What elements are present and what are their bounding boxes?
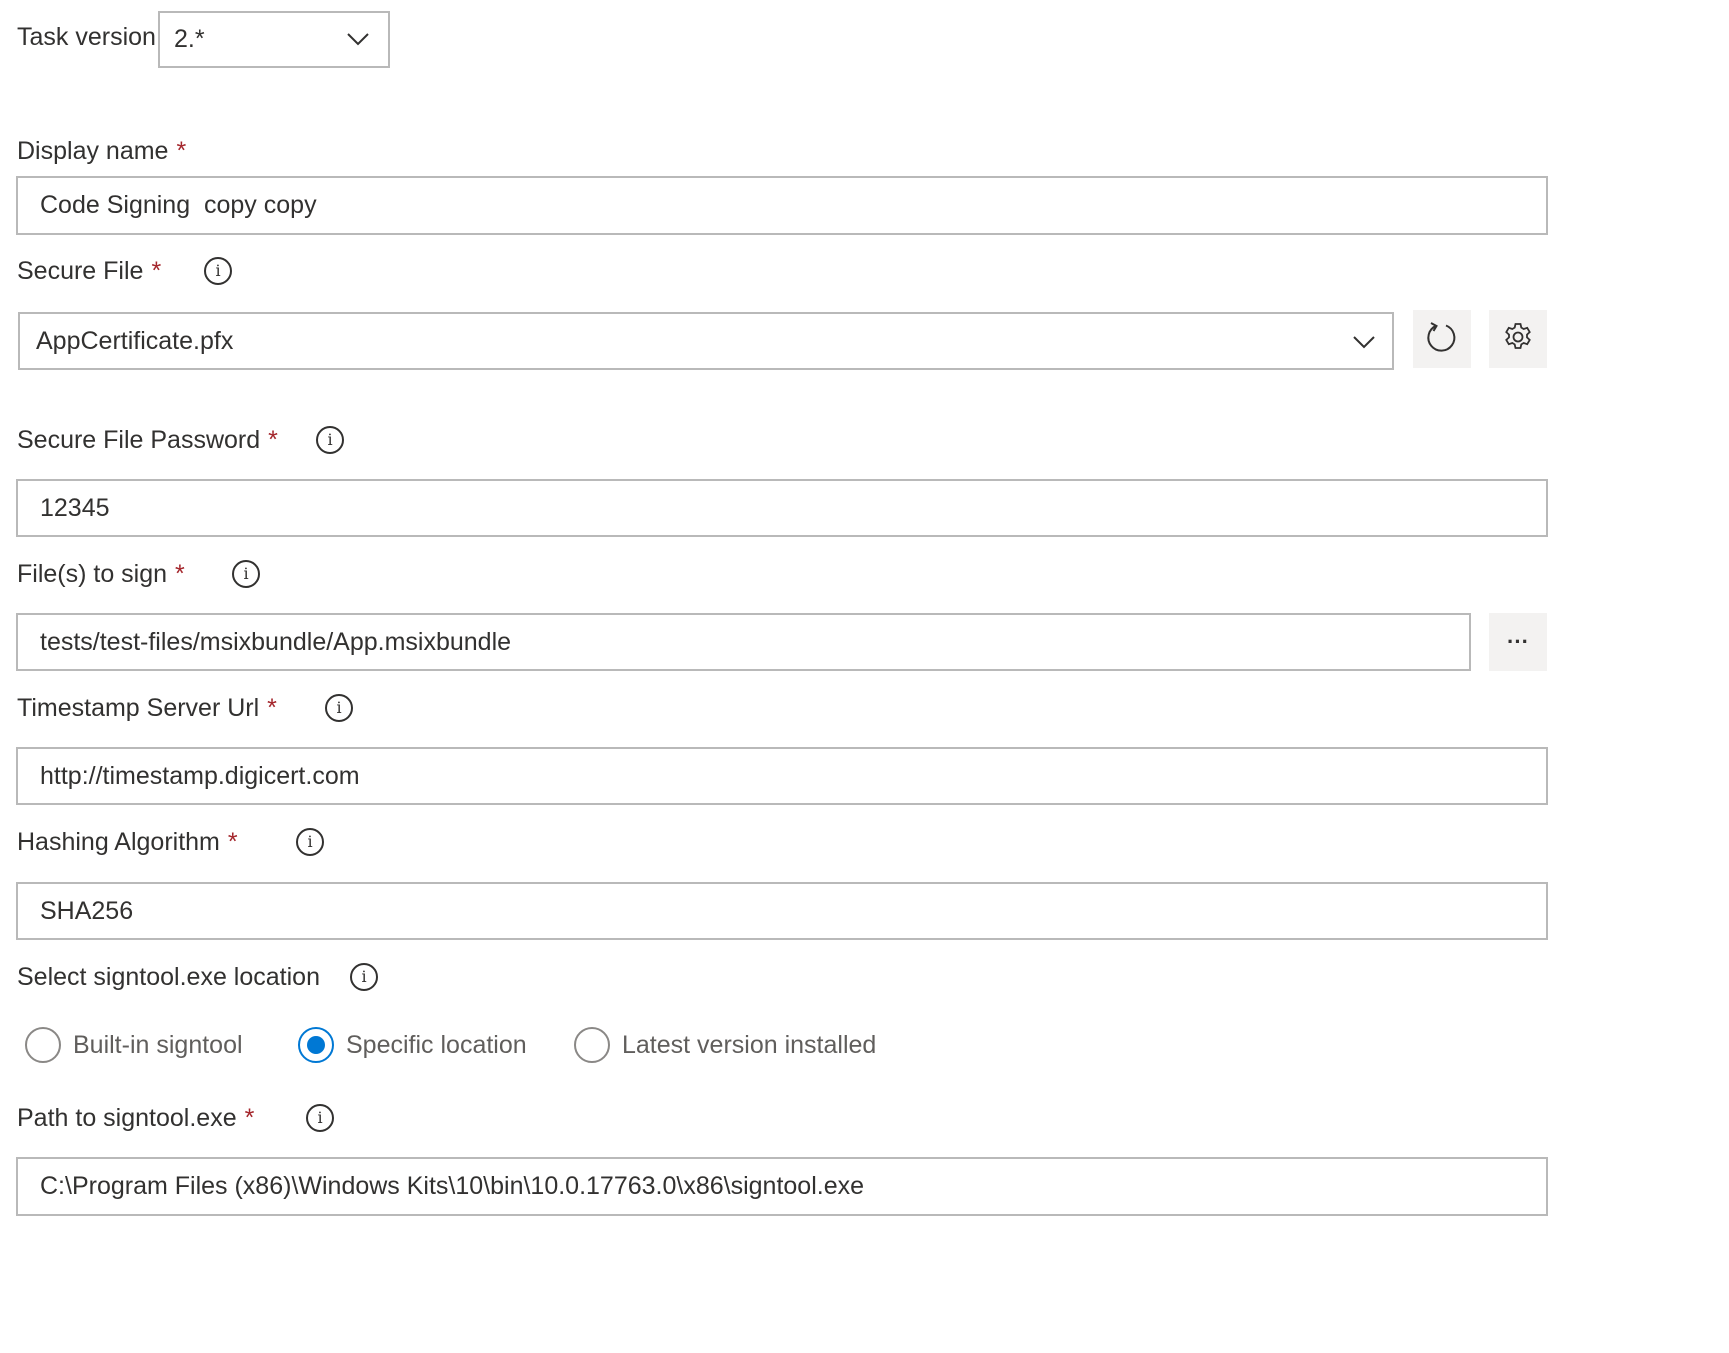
- browse-button[interactable]: ···: [1489, 613, 1547, 671]
- required-marker: *: [244, 1104, 255, 1132]
- files-to-sign-label-text: File(s) to sign: [17, 560, 168, 588]
- radio-button[interactable]: [574, 1027, 610, 1063]
- info-icon[interactable]: i: [232, 560, 260, 588]
- info-glyph: i: [361, 967, 367, 986]
- info-glyph: i: [317, 1108, 323, 1127]
- info-glyph: i: [215, 261, 221, 280]
- required-marker: *: [151, 257, 162, 285]
- info-glyph: i: [307, 832, 313, 851]
- manage-button[interactable]: [1489, 310, 1547, 368]
- secure-file-password-input[interactable]: 12345: [16, 479, 1548, 537]
- chevron-down-icon: [1352, 330, 1376, 361]
- signtool-path-value: C:\Program Files (x86)\Windows Kits\10\b…: [40, 1172, 865, 1200]
- hashing-algorithm-value: SHA256: [40, 896, 134, 925]
- radio-label: Latest version installed: [622, 1030, 877, 1059]
- info-icon[interactable]: i: [296, 828, 324, 856]
- timestamp-server-label-text: Timestamp Server Url: [17, 694, 260, 722]
- refresh-icon: [1425, 320, 1459, 359]
- task-version-value: 2.*: [174, 25, 205, 53]
- hashing-algorithm-label-text: Hashing Algorithm: [17, 828, 220, 856]
- timestamp-server-value: http://timestamp.digicert.com: [40, 761, 360, 790]
- info-glyph: i: [327, 430, 333, 449]
- secure-file-value: AppCertificate.pfx: [36, 326, 234, 355]
- radio-button-checked[interactable]: [298, 1027, 334, 1063]
- info-glyph: i: [336, 698, 342, 717]
- required-marker: *: [227, 828, 238, 856]
- info-icon[interactable]: i: [325, 694, 353, 722]
- chevron-down-icon: [346, 27, 370, 58]
- signtool-path-input[interactable]: C:\Program Files (x86)\Windows Kits\10\b…: [16, 1157, 1548, 1216]
- info-icon[interactable]: i: [204, 257, 232, 285]
- info-icon[interactable]: i: [306, 1104, 334, 1132]
- timestamp-server-input[interactable]: http://timestamp.digicert.com: [16, 747, 1548, 805]
- secure-file-label-text: Secure File: [17, 257, 144, 285]
- required-marker: *: [175, 560, 185, 588]
- files-to-sign-value: tests/test-files/msixbundle/App.msixbund…: [40, 627, 512, 656]
- required-marker: *: [268, 426, 278, 454]
- required-marker: *: [267, 694, 277, 722]
- signtool-path-label-text: Path to signtool.exe: [17, 1104, 237, 1132]
- secure-file-password-label: Secure File Password *: [17, 425, 278, 455]
- hashing-algorithm-input[interactable]: SHA256: [16, 882, 1548, 940]
- task-version-select[interactable]: 2.*: [158, 11, 390, 68]
- secure-file-password-label-text: Secure File Password: [17, 426, 261, 454]
- radio-built-in-signtool[interactable]: Built-in signtool: [25, 1027, 243, 1063]
- files-to-sign-input[interactable]: tests/test-files/msixbundle/App.msixbund…: [16, 613, 1471, 671]
- radio-label: Built-in signtool: [73, 1030, 243, 1059]
- signtool-path-label: Path to signtool.exe *: [17, 1103, 254, 1133]
- display-name-label-text: Display name: [17, 137, 169, 165]
- radio-button[interactable]: [25, 1027, 61, 1063]
- info-icon[interactable]: i: [316, 426, 344, 454]
- more-icon: ···: [1507, 629, 1529, 654]
- radio-dot: [307, 1036, 325, 1054]
- signtool-location-label: Select signtool.exe location: [17, 963, 320, 991]
- info-glyph: i: [243, 564, 249, 583]
- task-version-label: Task version: [17, 23, 156, 51]
- hashing-algorithm-label: Hashing Algorithm *: [17, 827, 238, 857]
- radio-latest-version-installed[interactable]: Latest version installed: [574, 1027, 876, 1063]
- radio-specific-location[interactable]: Specific location: [298, 1027, 527, 1063]
- display-name-label: Display name *: [17, 136, 186, 166]
- secure-file-password-value: 12345: [40, 493, 110, 522]
- display-name-input[interactable]: Code Signing copy copy: [16, 176, 1548, 235]
- info-icon[interactable]: i: [350, 963, 378, 991]
- radio-label: Specific location: [346, 1030, 527, 1059]
- timestamp-server-label: Timestamp Server Url *: [17, 693, 277, 723]
- refresh-button[interactable]: [1413, 310, 1471, 368]
- files-to-sign-label: File(s) to sign *: [17, 559, 185, 589]
- secure-file-select[interactable]: AppCertificate.pfx: [18, 312, 1394, 370]
- display-name-value: Code Signing copy copy: [40, 191, 317, 219]
- gear-icon: [1502, 321, 1534, 358]
- secure-file-label: Secure File *: [17, 256, 161, 286]
- required-marker: *: [176, 137, 187, 165]
